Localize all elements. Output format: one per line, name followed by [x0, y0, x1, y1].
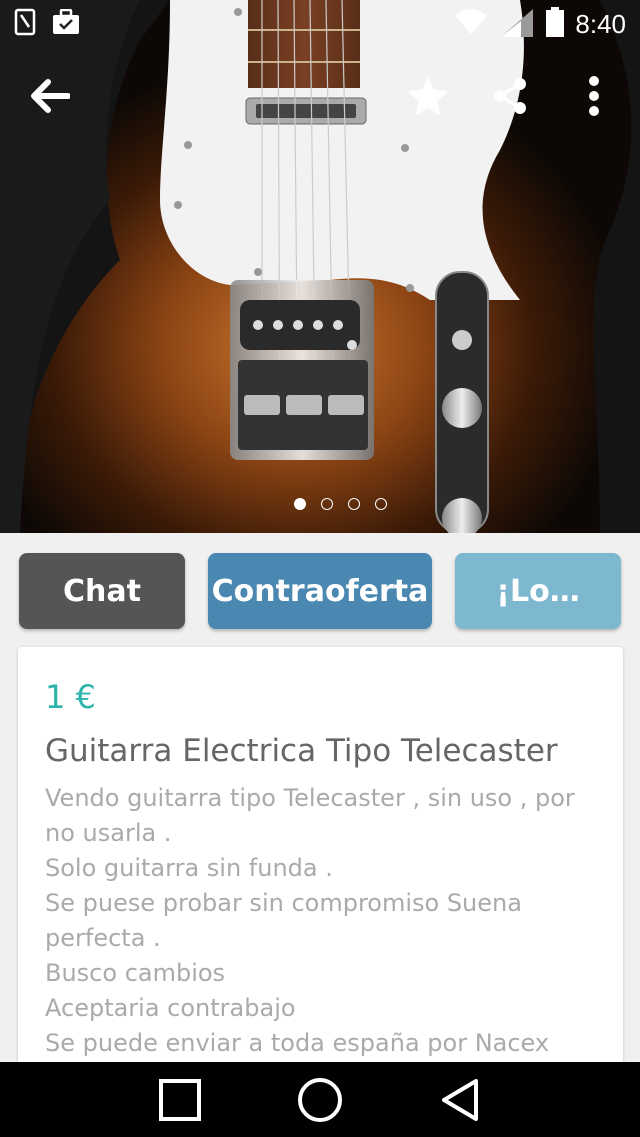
cell-signal-icon: [499, 7, 535, 42]
home-circle-icon: [298, 1077, 342, 1122]
carousel-dot[interactable]: [347, 498, 360, 510]
action-buttons-row: Chat Contraoferta ¡Lo…: [0, 553, 640, 631]
system-back-button[interactable]: [430, 1070, 490, 1130]
description-line: Busco cambios: [45, 959, 226, 987]
description-line: no usarla .: [45, 819, 172, 847]
carousel-dot[interactable]: [293, 498, 306, 510]
wifi-icon: [453, 8, 489, 41]
status-time: 8:40: [575, 8, 626, 39]
description-line: Aceptaria contrabajo: [45, 994, 296, 1022]
counteroffer-button[interactable]: Contraoferta: [208, 553, 432, 629]
arrow-left-icon: [31, 79, 70, 113]
status-bar: 8:40: [0, 0, 640, 48]
system-nav-bar: [0, 1062, 640, 1137]
chat-button[interactable]: Chat: [19, 553, 185, 629]
recents-square-icon: [159, 1078, 201, 1121]
more-vert-icon: [589, 76, 599, 116]
listing-price: 1 €: [45, 678, 96, 716]
home-button[interactable]: [290, 1070, 350, 1130]
carousel-dot[interactable]: [320, 498, 333, 510]
carousel-indicator: [0, 498, 640, 510]
description-line: Se puese probar sin compromiso Suena: [45, 889, 522, 917]
share-icon: [494, 78, 526, 114]
listing-title: Guitarra Electrica Tipo Telecaster: [45, 733, 558, 769]
listing-description: Vendo guitarra tipo Telecaster , sin uso…: [45, 781, 597, 1061]
back-button[interactable]: [24, 70, 76, 122]
battery-icon: [545, 6, 565, 43]
description-line: perfecta .: [45, 924, 161, 952]
briefcase-check-icon: [52, 8, 80, 40]
description-line: Se puede enviar a toda españa por Nacex: [45, 1029, 550, 1057]
carousel-dot[interactable]: [374, 498, 387, 510]
listing-card: 1 € Guitarra Electrica Tipo Telecaster V…: [18, 647, 623, 1087]
share-button[interactable]: [484, 70, 536, 122]
back-triangle-icon: [442, 1078, 478, 1121]
recents-button[interactable]: [150, 1070, 210, 1130]
more-options-button[interactable]: [568, 70, 620, 122]
description-line: Vendo guitarra tipo Telecaster , sin uso…: [45, 784, 575, 812]
favorite-button[interactable]: [402, 70, 454, 122]
description-line: Solo guitarra sin funda .: [45, 854, 333, 882]
star-icon: [407, 76, 449, 116]
buy-button[interactable]: ¡Lo…: [455, 553, 621, 629]
top-toolbar: [0, 56, 640, 136]
sim-card-icon: [14, 8, 36, 41]
